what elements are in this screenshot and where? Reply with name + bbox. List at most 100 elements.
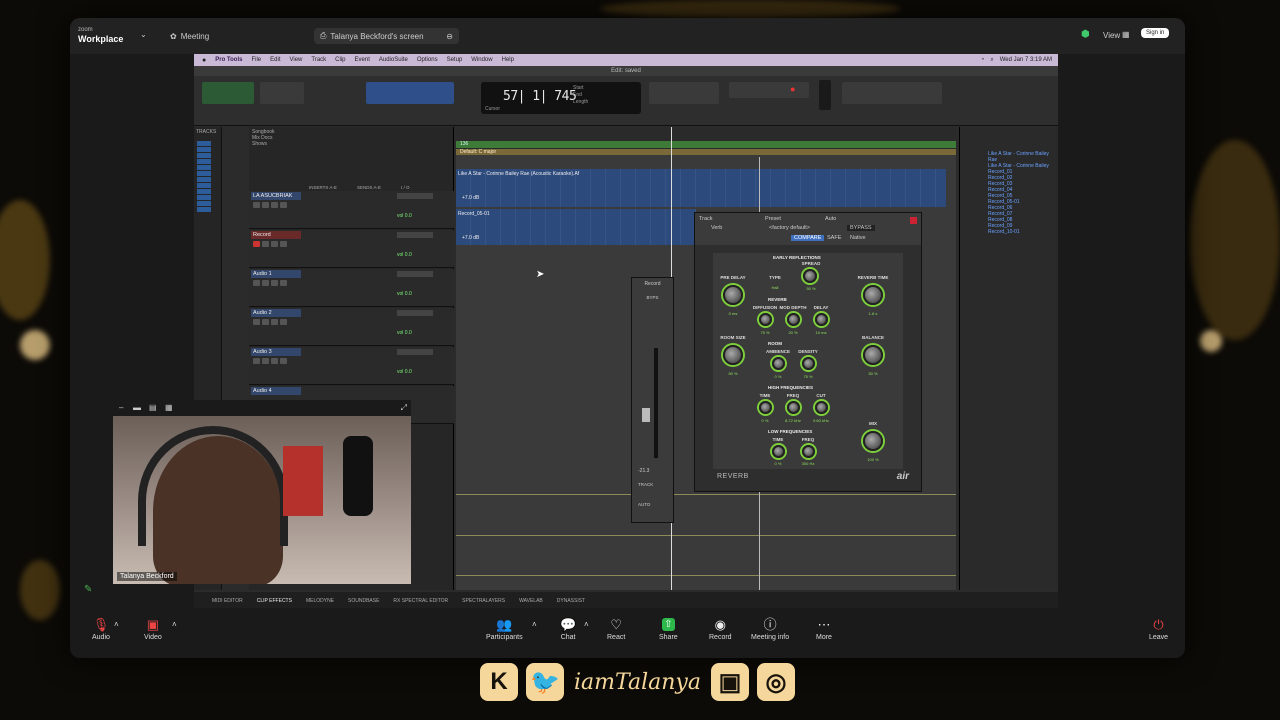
bypass-button[interactable]: BYPS <box>632 295 673 300</box>
track-buttons[interactable] <box>253 241 287 247</box>
ambience-knob[interactable] <box>772 357 785 370</box>
track-volume[interactable]: vol 0.0 <box>397 330 433 336</box>
clips-list[interactable]: Like A Star - Corinne Bailey Rae Like A … <box>988 151 1058 235</box>
edit-mode-buttons[interactable] <box>202 82 254 104</box>
view-button[interactable]: View <box>1103 31 1120 40</box>
tab-screen-share[interactable]: ⎙ Talanya Beckford's screen ⊖ <box>314 28 459 44</box>
tracks-list[interactable] <box>197 141 211 213</box>
air-reverb-plugin[interactable]: Track Preset Auto Verb <factory default>… <box>694 212 922 492</box>
density-knob[interactable] <box>802 357 815 370</box>
diffusion-knob[interactable] <box>759 313 772 326</box>
balance-knob[interactable] <box>863 345 883 365</box>
plugin-preset-select[interactable]: <factory default> <box>769 225 810 231</box>
volume-line[interactable] <box>456 575 956 576</box>
apple-icon[interactable]: ● <box>202 57 206 64</box>
track-io[interactable] <box>397 232 433 238</box>
delay-knob[interactable] <box>815 313 828 326</box>
volume-line[interactable] <box>456 494 956 495</box>
audio-clip[interactable]: Like A Star - Corinne Bailey Rae (Acoust… <box>456 169 946 207</box>
track-buttons[interactable] <box>253 202 287 208</box>
menu-app-name[interactable]: Pro Tools <box>215 57 242 63</box>
track-buttons[interactable] <box>253 280 287 286</box>
menu-setup[interactable]: Setup <box>447 57 463 63</box>
meeting-info-button[interactable]: ⓘ Meeting info <box>751 618 789 641</box>
video-button[interactable]: ▣ Video <box>144 618 162 641</box>
search-icon[interactable]: ⌕ <box>990 57 993 64</box>
chat-button[interactable]: 💬 Chat <box>560 618 576 641</box>
chevron-up-icon[interactable]: ˄ <box>172 620 177 629</box>
track-row[interactable]: Record vol 0.0 <box>249 230 454 268</box>
bottom-tab[interactable]: SOUNDBASE <box>348 598 379 604</box>
clip-list-item[interactable]: Like A Star - Corinne Bailey Rae <box>988 151 1058 163</box>
bottom-tab[interactable]: MELODYNE <box>306 598 334 604</box>
chevron-down-icon[interactable]: ⌄ <box>140 30 147 39</box>
zoom-buttons[interactable] <box>260 82 304 104</box>
menu-options[interactable]: Options <box>417 57 438 63</box>
more-button[interactable]: ⋯ More <box>816 618 832 641</box>
lf-freq-knob[interactable] <box>802 445 815 458</box>
track-io[interactable] <box>397 271 433 277</box>
webcam-window[interactable]: – ▬ ▤ ▦ ⤢ Talanya Beckford <box>113 400 411 584</box>
share-button[interactable]: ⇧ Share <box>659 618 678 641</box>
track-buttons[interactable] <box>253 358 287 364</box>
main-counter[interactable]: 57| 1| 745 Start End Length Cursor <box>481 82 641 114</box>
pre-delay-knob[interactable] <box>723 285 743 305</box>
bottom-tab[interactable]: CLIP EFFECTS <box>257 598 292 604</box>
safe-button[interactable]: SAFE <box>827 235 841 241</box>
grid-settings[interactable] <box>842 82 942 104</box>
audio-button[interactable]: 🎙 Audio <box>92 618 110 641</box>
menu-file[interactable]: File <box>251 57 261 63</box>
close-icon[interactable] <box>910 217 917 224</box>
track-name[interactable]: Audio 4 <box>251 387 301 395</box>
leave-button[interactable]: ⏻ Leave <box>1149 618 1168 641</box>
track-name[interactable]: LA ASUCBRIAK <box>251 192 301 200</box>
hf-freq-knob[interactable] <box>787 401 800 414</box>
track-io[interactable] <box>397 193 433 199</box>
track-button[interactable]: TRACK <box>638 482 653 487</box>
edit-tools[interactable] <box>366 82 454 104</box>
zoom-logo[interactable]: zoom Workplace <box>78 26 123 44</box>
expand-icon[interactable]: ⤢ <box>401 403 407 413</box>
mod-depth-knob[interactable] <box>787 313 800 326</box>
record-button[interactable]: ◉ Record <box>709 618 732 641</box>
compare-button[interactable]: COMPARE <box>791 235 825 241</box>
output-fader[interactable] <box>654 348 658 458</box>
menu-window[interactable]: Window <box>471 57 492 63</box>
chevron-up-icon[interactable]: ˄ <box>584 620 589 629</box>
track-volume[interactable]: vol 0.0 <box>397 213 433 219</box>
type-value[interactable]: Hall <box>755 285 795 290</box>
grid-nudge[interactable] <box>649 82 719 104</box>
grid-icon[interactable]: ▦ <box>165 403 173 412</box>
track-volume[interactable]: vol 0.0 <box>397 252 433 258</box>
menu-clip[interactable]: Clip <box>335 57 345 63</box>
fader-cap[interactable] <box>642 408 650 422</box>
record-icon[interactable]: ● <box>790 84 795 94</box>
bottom-tab[interactable]: DYNASSIST <box>557 598 585 604</box>
hf-cut-knob[interactable] <box>815 401 828 414</box>
plugin-track-select[interactable]: Verb <box>711 225 722 231</box>
track-name[interactable]: Record <box>251 231 301 239</box>
clip-list-item[interactable]: Record_10-01 <box>988 229 1058 235</box>
key-ruler[interactable]: Default: C major <box>456 149 956 155</box>
bottom-tab[interactable]: WAVELAB <box>519 598 543 604</box>
participants-button[interactable]: 👥 Participants <box>486 618 523 641</box>
auto-button[interactable]: AUTO <box>638 502 650 507</box>
hf-time-knob[interactable] <box>759 401 772 414</box>
menu-event[interactable]: Event <box>355 57 370 63</box>
menu-audiosuite[interactable]: AudioSuite <box>379 57 408 63</box>
react-button[interactable]: ♡ React <box>607 618 625 641</box>
chevron-up-icon[interactable]: ˄ <box>114 620 119 629</box>
audio-clip[interactable]: Record_05-01 +7.0 dB <box>456 209 696 245</box>
track-row[interactable]: LA ASUCBRIAK vol 0.0 <box>249 191 454 229</box>
close-icon[interactable]: ⊖ <box>446 32 453 41</box>
output-window[interactable]: Record BYPS -21.3 TRACK AUTO <box>631 277 674 523</box>
track-row[interactable]: Audio 2 vol 0.0 <box>249 308 454 346</box>
lf-time-knob[interactable] <box>772 445 785 458</box>
menu-help[interactable]: Help <box>502 57 514 63</box>
bottom-tab[interactable]: MIDI EDITOR <box>212 598 243 604</box>
track-name[interactable]: Audio 1 <box>251 270 301 278</box>
track-row[interactable]: Audio 3 vol 0.0 <box>249 347 454 385</box>
track-io[interactable] <box>397 310 433 316</box>
tab-meeting[interactable]: ✿ Meeting <box>164 28 215 44</box>
track-buttons[interactable] <box>253 319 287 325</box>
